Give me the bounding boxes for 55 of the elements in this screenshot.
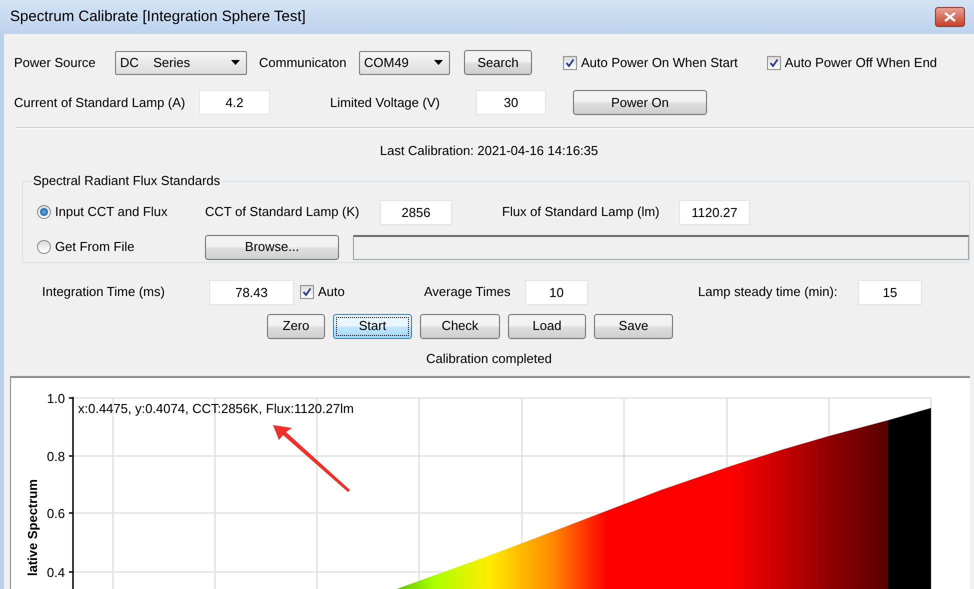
action-button[interactable]: Load	[508, 314, 586, 338]
close-button[interactable]	[935, 7, 965, 27]
action-button[interactable]: Start	[333, 314, 412, 338]
dropdown-arrow-icon	[434, 60, 443, 65]
group-title: Spectral Radiant Flux Standards	[31, 172, 222, 188]
power-source-label: Power Source	[14, 54, 97, 72]
power-source-dropdown[interactable]: DC Series	[115, 50, 247, 74]
current-label: Current of Standard Lamp (A)	[14, 94, 186, 112]
integration-time-input[interactable]: 78.43	[209, 280, 294, 304]
axis-tick-label: 0.4	[46, 565, 65, 580]
flux-input[interactable]: 1120.27	[679, 200, 750, 224]
voltage-label: Limited Voltage (V)	[330, 94, 441, 112]
radio-label: Input CCT and Flux	[55, 203, 168, 222]
flux-label: Flux of Standard Lamp (lm)	[502, 203, 661, 222]
last-calibration-text: Last Calibration: 2021-04-16 14:16:35	[380, 142, 598, 160]
browse-button[interactable]: Browse...	[205, 234, 339, 260]
action-button[interactable]: Zero	[267, 314, 325, 338]
checkmark-icon	[302, 287, 312, 297]
checked-checkbox[interactable]	[766, 56, 781, 70]
checkmark-icon	[768, 58, 779, 68]
steady-time-label: Lamp steady time (min):	[698, 283, 838, 302]
axis-tick-label: 1.0	[46, 391, 65, 406]
checkbox-label: Auto Power On When Start	[581, 54, 738, 72]
arrow-icon	[273, 425, 350, 492]
integration-time-label: Integration Time (ms)	[42, 283, 166, 302]
voltage-input[interactable]: 30	[476, 90, 546, 115]
chart-annotation: x:0.4475, y:0.4074, CCT:2856K, Flux:1120.27lm	[78, 401, 354, 416]
search-button[interactable]: Search	[464, 50, 532, 75]
checked-checkbox[interactable]	[563, 56, 577, 70]
cct-label: CCT of Standard Lamp (K)	[205, 203, 360, 222]
file-path-field[interactable]	[353, 234, 969, 260]
communication-label: Communicaton	[259, 54, 348, 72]
steady-time-input[interactable]: 15	[858, 280, 922, 304]
axis-tick-label: 0.6	[46, 506, 65, 521]
axis-tick-label: 0.8	[46, 449, 65, 464]
action-button[interactable]: Check	[420, 314, 500, 338]
close-icon	[944, 12, 956, 22]
current-input[interactable]: 4.2	[199, 90, 270, 115]
radio-button[interactable]	[37, 240, 51, 254]
average-times-input[interactable]: 10	[525, 280, 588, 304]
selected-radio-button[interactable]	[37, 205, 51, 219]
cct-input[interactable]: 2856	[380, 200, 452, 224]
checked-checkbox[interactable]	[300, 285, 314, 299]
checkbox-label: Auto Power Off When End	[784, 54, 938, 72]
window-title: Spectrum Calibrate [Integration Sphere Test]	[10, 6, 306, 27]
status-text: Calibration completed	[426, 350, 552, 368]
power-on-button[interactable]: Power On	[573, 90, 707, 115]
axis-title: lative Spectrum	[25, 479, 40, 576]
average-times-label: Average Times	[424, 283, 512, 302]
action-button[interactable]: Save	[594, 314, 673, 338]
port-dropdown[interactable]: COM49	[359, 50, 450, 74]
checkmark-icon	[565, 58, 575, 68]
checkbox-label: Auto	[318, 283, 345, 302]
radio-label: Get From File	[55, 238, 134, 256]
dropdown-arrow-icon	[231, 60, 240, 65]
